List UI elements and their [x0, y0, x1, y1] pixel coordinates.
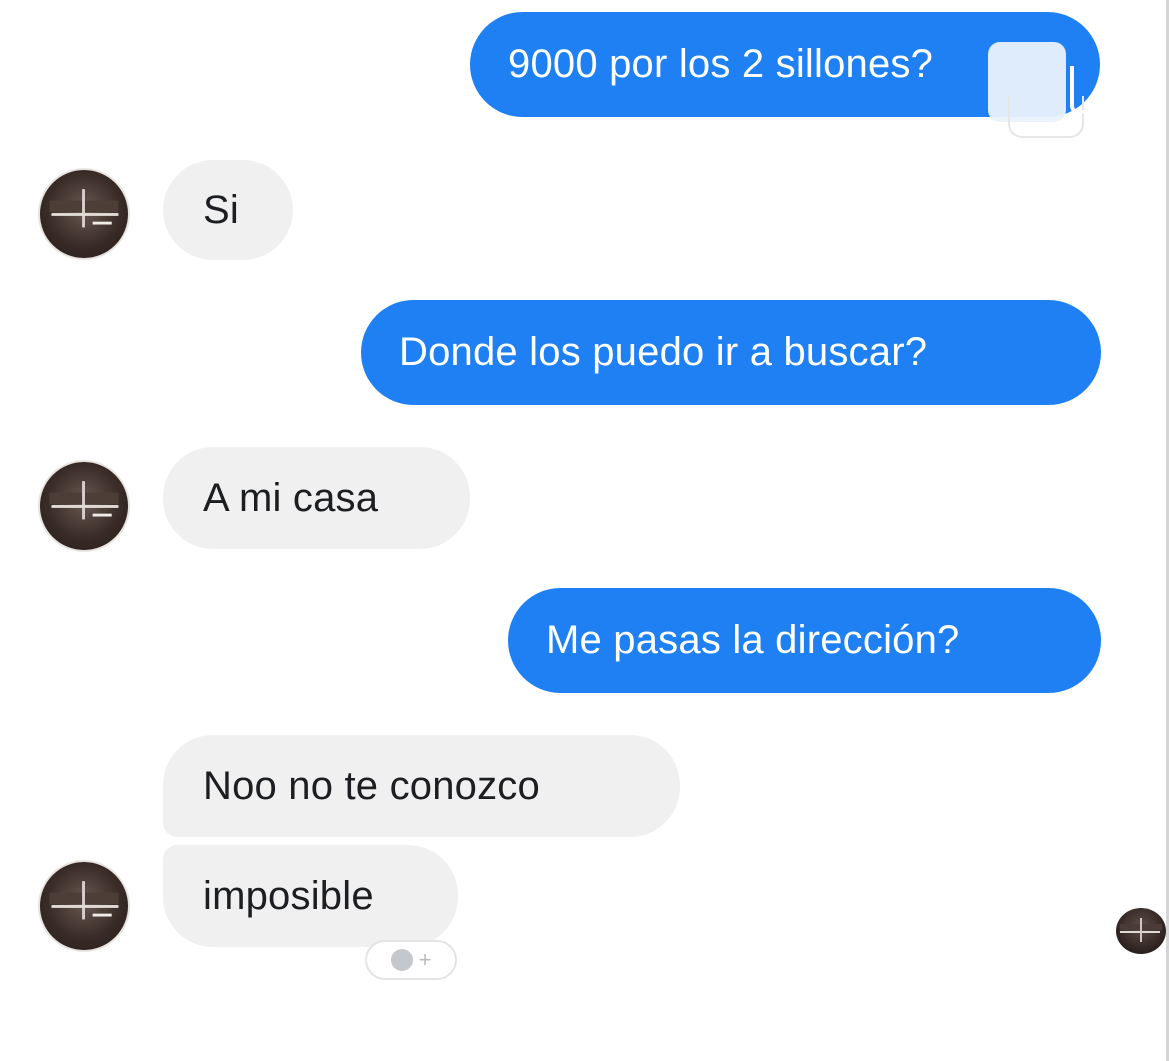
add-reaction-label: +	[418, 947, 432, 972]
smiley-add-icon	[390, 949, 413, 971]
message-text: 9000 por los 2 sillones?	[508, 42, 934, 86]
message-bubble-incoming[interactable]: Si	[163, 160, 293, 260]
message-bubble-outgoing[interactable]: Donde los puedo ir a buscar?	[361, 300, 1101, 405]
add-reaction-button[interactable]: +	[365, 940, 457, 980]
message-text: Me pasas la dirección?	[546, 618, 960, 662]
message-text: imposible	[203, 873, 374, 918]
message-bubble-incoming[interactable]: imposible	[163, 845, 458, 947]
seen-avatar-icon	[1116, 908, 1166, 954]
message-text: Si	[203, 187, 239, 232]
message-text: Noo no te conozco	[203, 763, 540, 808]
message-bubble-incoming[interactable]: Noo no te conozco	[163, 735, 680, 837]
bubble-tail-icon	[1070, 66, 1086, 114]
contact-avatar[interactable]	[38, 860, 130, 952]
message-text: Donde los puedo ir a buscar?	[399, 330, 928, 374]
contact-avatar[interactable]	[38, 460, 130, 552]
message-bubble-incoming[interactable]: A mi casa	[163, 447, 470, 549]
contact-avatar[interactable]	[38, 168, 130, 260]
message-bubble-outgoing[interactable]: Me pasas la dirección?	[508, 588, 1101, 693]
message-text: A mi casa	[203, 475, 379, 520]
